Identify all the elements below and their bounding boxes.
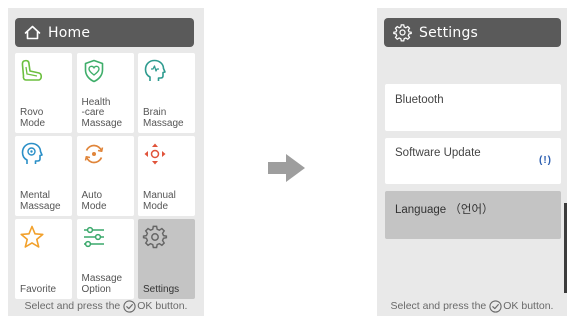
tile-label: Settings xyxy=(143,283,180,295)
home-footer-hint: Select and press the OK button. xyxy=(8,296,204,316)
tile-label: Mental Massage xyxy=(20,190,61,212)
tile-label: Health -care Massage xyxy=(81,96,123,129)
brain-head-icon xyxy=(144,59,166,81)
settings-footer-hint: Select and press the OK button. xyxy=(377,296,567,316)
tile-brain-massage[interactable]: Brain Massage xyxy=(138,53,195,133)
mental-head-icon xyxy=(21,142,43,164)
update-alert-badge: (!) xyxy=(539,155,552,166)
rovo-seat-icon xyxy=(21,59,43,81)
setting-item-bluetooth[interactable]: Bluetooth xyxy=(385,84,561,131)
tile-healthcare-massage[interactable]: Health -care Massage xyxy=(76,53,134,133)
tile-auto-mode[interactable]: Auto Mode xyxy=(76,136,134,216)
setting-item-software-update[interactable]: Software Update (!) xyxy=(385,138,561,184)
heart-shield-icon xyxy=(84,59,103,83)
auto-cycle-icon xyxy=(84,144,103,164)
tile-label: Massage Option xyxy=(81,273,123,295)
setting-item-language[interactable]: Language （언어） xyxy=(385,191,561,239)
tile-label: Auto Mode xyxy=(81,190,107,212)
setting-label: Bluetooth xyxy=(395,94,444,106)
manual-arrows-icon xyxy=(144,143,166,165)
home-icon xyxy=(24,25,41,40)
footer-text-after: OK button. xyxy=(503,300,554,312)
home-title: Home xyxy=(48,24,91,41)
tile-label: Brain Massage xyxy=(143,107,184,129)
setting-label: Language （언어） xyxy=(395,204,494,216)
settings-title: Settings xyxy=(419,24,479,41)
footer-text-after: OK button. xyxy=(137,300,188,312)
tile-label: Favorite xyxy=(20,283,57,295)
settings-screen: Settings Bluetooth Software Update (!) L… xyxy=(377,8,567,316)
footer-text-before: Select and press the xyxy=(24,300,121,312)
tile-label: Rovo Mode xyxy=(20,107,46,129)
tile-mental-massage[interactable]: Mental Massage xyxy=(15,136,72,216)
setting-label: Software Update xyxy=(395,147,481,159)
settings-title-bar: Settings xyxy=(384,18,561,47)
sliders-icon xyxy=(83,226,104,248)
home-title-bar: Home xyxy=(15,18,194,47)
tile-settings[interactable]: Settings xyxy=(138,219,195,299)
right-arrow-icon xyxy=(268,154,305,182)
gear-icon xyxy=(142,225,168,249)
footer-text-before: Select and press the xyxy=(390,300,487,312)
ok-check-icon xyxy=(123,299,136,313)
tile-rovo-mode[interactable]: Rovo Mode xyxy=(15,53,72,133)
tile-massage-option[interactable]: Massage Option xyxy=(76,219,134,299)
gear-icon xyxy=(393,24,412,42)
tile-manual-mode[interactable]: Manual Mode xyxy=(138,136,195,216)
ok-check-icon xyxy=(489,299,502,313)
tile-label: Manual Mode xyxy=(143,190,176,212)
star-icon xyxy=(20,225,44,248)
menu-grid: Rovo Mode Health -care Massage Brain Mas… xyxy=(15,53,195,299)
tile-favorite[interactable]: Favorite xyxy=(15,219,72,299)
home-screen: Home Rovo Mode Health -care Massage Brai… xyxy=(8,8,204,316)
